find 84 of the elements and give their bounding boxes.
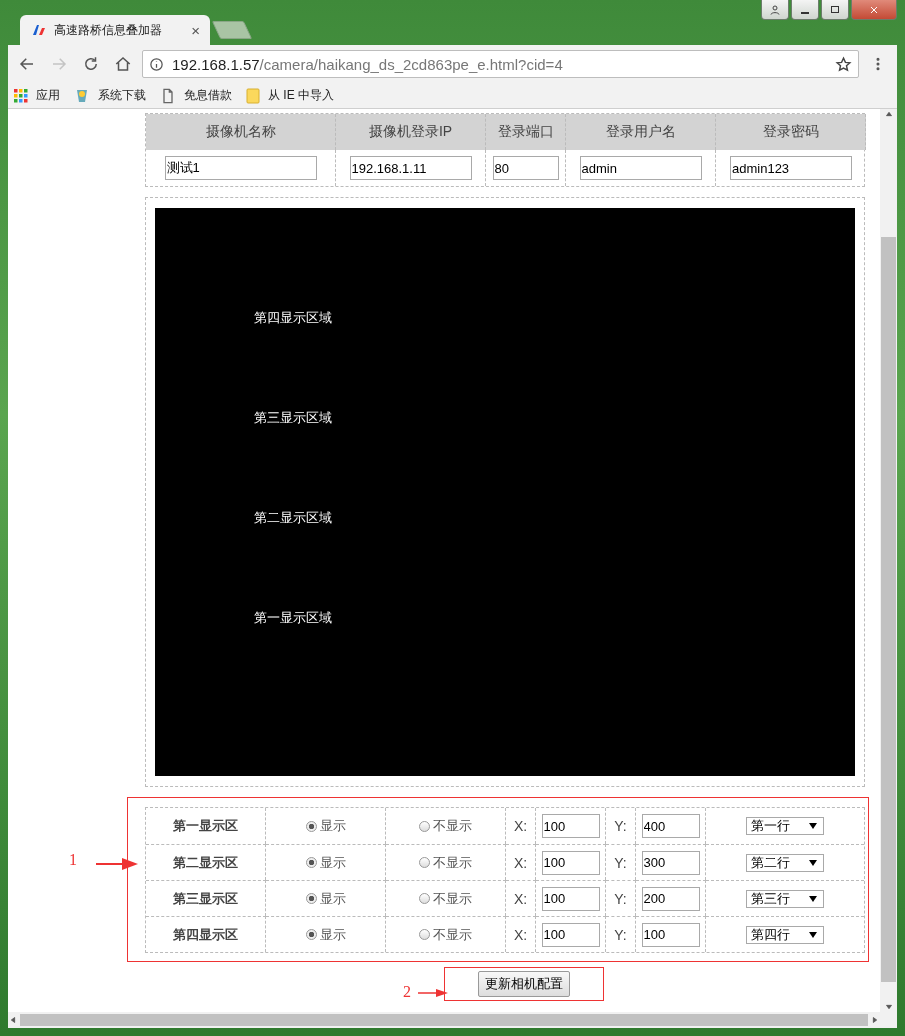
bookmark[interactable]: 从 IE 中导入 (246, 87, 334, 104)
radio-option[interactable]: 不显示 (419, 853, 472, 872)
maximize-button[interactable] (821, 0, 849, 20)
info-icon (149, 56, 164, 72)
scroll-right-icon (870, 1015, 880, 1025)
tab-title: 高速路桥信息叠加器 (54, 21, 163, 39)
dropdown-caret-icon (809, 859, 817, 866)
y-input[interactable]: 300 (641, 850, 700, 875)
x-label: X: (513, 890, 528, 907)
radio-option[interactable]: 不显示 (419, 925, 472, 944)
radio-option[interactable]: 显示 (305, 853, 346, 872)
x-label: X: (513, 854, 528, 871)
radio-option[interactable]: 显示 (305, 925, 346, 944)
area-label: 第二显示区域 (254, 510, 333, 526)
minimize-icon (801, 11, 809, 14)
x-input[interactable]: 100 (541, 886, 600, 911)
line-select[interactable]: 第一行 (746, 817, 824, 835)
y-label: Y: (614, 854, 627, 871)
column-header: 登录密码 (716, 114, 866, 150)
annotation-number: 1 (69, 851, 77, 869)
radio-option[interactable]: 显示 (305, 817, 346, 835)
radio-option[interactable]: 不显示 (419, 889, 472, 908)
y-input[interactable]: 100 (641, 922, 700, 947)
area-label: 第一显示区域 (254, 610, 333, 626)
x-input[interactable]: 100 (541, 850, 600, 875)
annotation-number: 2 (403, 983, 411, 1001)
browser-tab[interactable]: 高速路桥信息叠加器 × (20, 15, 210, 45)
scroll-left-icon (8, 1015, 18, 1025)
y-input[interactable]: 200 (641, 886, 700, 911)
line-select[interactable]: 第三行 (746, 889, 824, 908)
minimize-button[interactable] (791, 0, 819, 20)
x-input[interactable]: 100 (541, 922, 600, 947)
forward-arrow-icon (50, 55, 68, 73)
page-icon (160, 87, 176, 104)
region-name: 第三显示区 (173, 889, 238, 908)
line-select[interactable]: 第四行 (746, 925, 824, 944)
area-label: 第四显示区域 (254, 310, 333, 326)
y-input[interactable]: 400 (641, 814, 700, 838)
column-header: 登录用户名 (566, 114, 716, 150)
star-icon (835, 55, 852, 73)
y-label: Y: (614, 890, 627, 907)
tab-close-button[interactable]: × (191, 21, 200, 39)
reload-icon (82, 55, 100, 73)
dropdown-caret-icon (809, 823, 817, 829)
bookmark[interactable]: 应用 (14, 87, 60, 104)
x-input[interactable]: 100 (541, 814, 600, 838)
column-header: 摄像机登录IP (336, 114, 486, 150)
profile-button[interactable] (761, 0, 789, 20)
radio-option[interactable]: 不显示 (419, 817, 472, 835)
url-text: 192.168.1.57/camera/haikang_ds_2cd863pe_e.html?cid=4 (172, 55, 564, 73)
line-select[interactable]: 第二行 (746, 853, 824, 872)
column-header: 登录端口 (486, 114, 566, 150)
bookmark[interactable]: 免息借款 (160, 87, 232, 104)
site-logo-icon (32, 24, 46, 36)
bookmark[interactable]: 系统下载 (74, 87, 146, 104)
dropdown-caret-icon (809, 931, 817, 938)
address-bar[interactable]: 192.168.1.57/camera/haikang_ds_2cd863pe_e.html?cid=4 (142, 50, 859, 78)
text-input[interactable]: 80 (492, 156, 559, 180)
region-name: 第二显示区 (173, 853, 238, 872)
text-input[interactable]: 192.168.1.11 (349, 156, 472, 180)
y-label: Y: (614, 818, 627, 834)
region-name: 第一显示区 (173, 817, 238, 835)
area-label: 第三显示区域 (254, 410, 333, 426)
apps-icon (14, 88, 28, 103)
text-input[interactable]: admin (579, 156, 702, 180)
text-input[interactable]: 测试1 (164, 156, 317, 180)
text-input[interactable]: admin123 (730, 156, 852, 180)
horizontal-scrollbar[interactable] (8, 1012, 897, 1028)
region-name: 第四显示区 (173, 925, 238, 944)
new-tab-button[interactable] (211, 21, 253, 39)
y-label: Y: (614, 926, 627, 943)
maximize-icon (829, 3, 841, 16)
home-icon (114, 55, 132, 73)
person-icon (769, 3, 781, 16)
x-label: X: (513, 818, 528, 834)
radio-option[interactable]: 显示 (305, 889, 346, 908)
x-label: X: (513, 926, 528, 943)
folder-icon (246, 87, 260, 104)
dropdown-caret-icon (809, 895, 817, 902)
back-arrow-icon (18, 55, 36, 73)
update-button[interactable]: 更新相机配置 (478, 971, 570, 997)
site-icon (74, 87, 90, 104)
vertical-scrollbar[interactable] (880, 109, 897, 1012)
column-header: 摄像机名称 (146, 114, 336, 150)
